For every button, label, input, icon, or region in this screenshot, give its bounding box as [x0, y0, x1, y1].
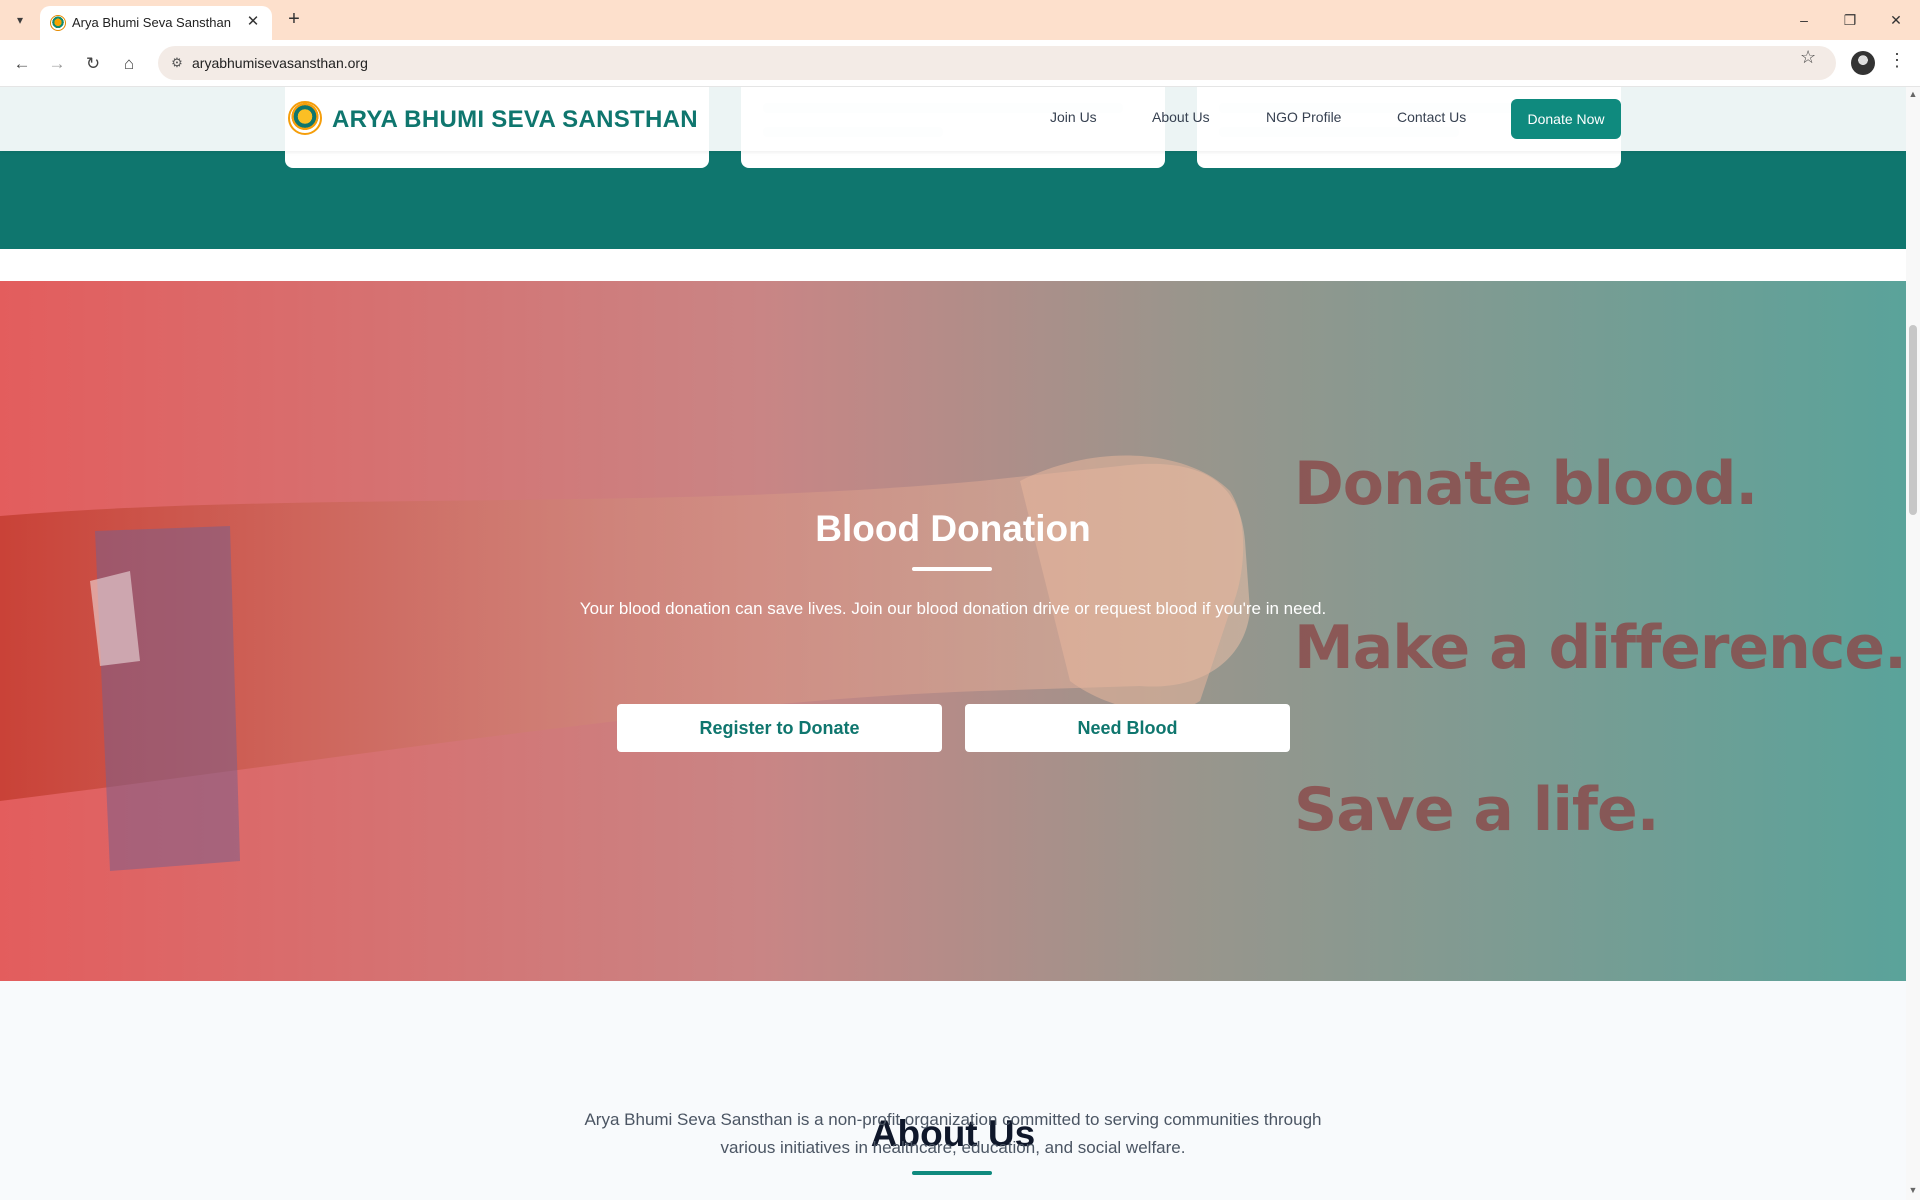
- page-scrollbar[interactable]: ▲ ▼: [1906, 87, 1920, 1200]
- blood-donation-hero: Donate blood. Make a difference. Save a …: [0, 281, 1906, 981]
- site-navbar: ARYA BHUMI SEVA SANSTHAN Join Us About U…: [0, 87, 1906, 151]
- new-tab-plus-icon[interactable]: +: [282, 8, 306, 32]
- blood-donation-title: Blood Donation: [815, 508, 1091, 549]
- url-text[interactable]: aryabhumisevasansthan.org: [192, 55, 368, 71]
- slogan-line-3: Save a life.: [1294, 775, 1659, 845]
- back-arrow-icon[interactable]: ←: [9, 51, 35, 77]
- scroll-up-arrow-icon[interactable]: ▲: [1908, 89, 1918, 99]
- forward-arrow-icon[interactable]: →: [44, 51, 70, 77]
- browser-tab-active[interactable]: Arya Bhumi Seva Sansthan ✕: [40, 6, 272, 40]
- slogan-line-2: Make a difference.: [1294, 613, 1906, 683]
- browser-toolbar: ← → ↻ ⌂ ⚙ aryabhumisevasansthan.org ☆ ⋮: [0, 40, 1920, 87]
- window-close-icon[interactable]: ✕: [1878, 6, 1914, 34]
- browser-tab-strip: ▾ Arya Bhumi Seva Sansthan ✕ + – ❐ ✕: [0, 0, 1920, 40]
- register-to-donate-button[interactable]: Register to Donate: [617, 704, 942, 752]
- tab-title: Arya Bhumi Seva Sansthan: [72, 15, 231, 30]
- scroll-down-arrow-icon[interactable]: ▼: [1908, 1185, 1918, 1195]
- tab-close-icon[interactable]: ✕: [244, 13, 262, 31]
- blood-donation-description: Your blood donation can save lives. Join…: [579, 599, 1327, 618]
- address-bar[interactable]: ⚙ aryabhumisevasansthan.org: [158, 46, 1836, 80]
- nav-link-contact-us[interactable]: Contact Us: [1397, 109, 1466, 125]
- about-description: Arya Bhumi Seva Sansthan is a non-profit…: [584, 1110, 1322, 1157]
- home-icon[interactable]: ⌂: [116, 51, 142, 77]
- site-info-tune-icon[interactable]: ⚙: [168, 54, 186, 72]
- scrollbar-thumb[interactable]: [1909, 325, 1917, 515]
- nav-link-ngo-profile[interactable]: NGO Profile: [1266, 109, 1341, 125]
- site-logo-text[interactable]: ARYA BHUMI SEVA SANSTHAN: [332, 106, 698, 134]
- need-blood-button[interactable]: Need Blood: [965, 704, 1290, 752]
- about-section: About Us: [0, 981, 1906, 1200]
- ngo-logo-icon[interactable]: [288, 101, 322, 135]
- page-viewport: ARYA BHUMI SEVA SANSTHAN Join Us About U…: [0, 87, 1906, 1200]
- window-restore-icon[interactable]: ❐: [1832, 6, 1868, 34]
- about-underline: [912, 1171, 992, 1175]
- bookmark-star-icon[interactable]: ☆: [1800, 47, 1816, 68]
- profile-avatar-icon[interactable]: [1851, 51, 1875, 75]
- tab-search-chevron-icon[interactable]: ▾: [8, 8, 32, 32]
- reload-icon[interactable]: ↻: [80, 51, 106, 77]
- title-underline: [912, 567, 992, 571]
- window-minimize-icon[interactable]: –: [1786, 6, 1822, 34]
- nav-link-join-us[interactable]: Join Us: [1050, 109, 1097, 125]
- site-favicon-icon: [50, 15, 66, 31]
- nav-link-about-us[interactable]: About Us: [1152, 109, 1210, 125]
- donate-now-button[interactable]: Donate Now: [1511, 99, 1621, 139]
- browser-menu-dots-icon[interactable]: ⋮: [1888, 50, 1906, 71]
